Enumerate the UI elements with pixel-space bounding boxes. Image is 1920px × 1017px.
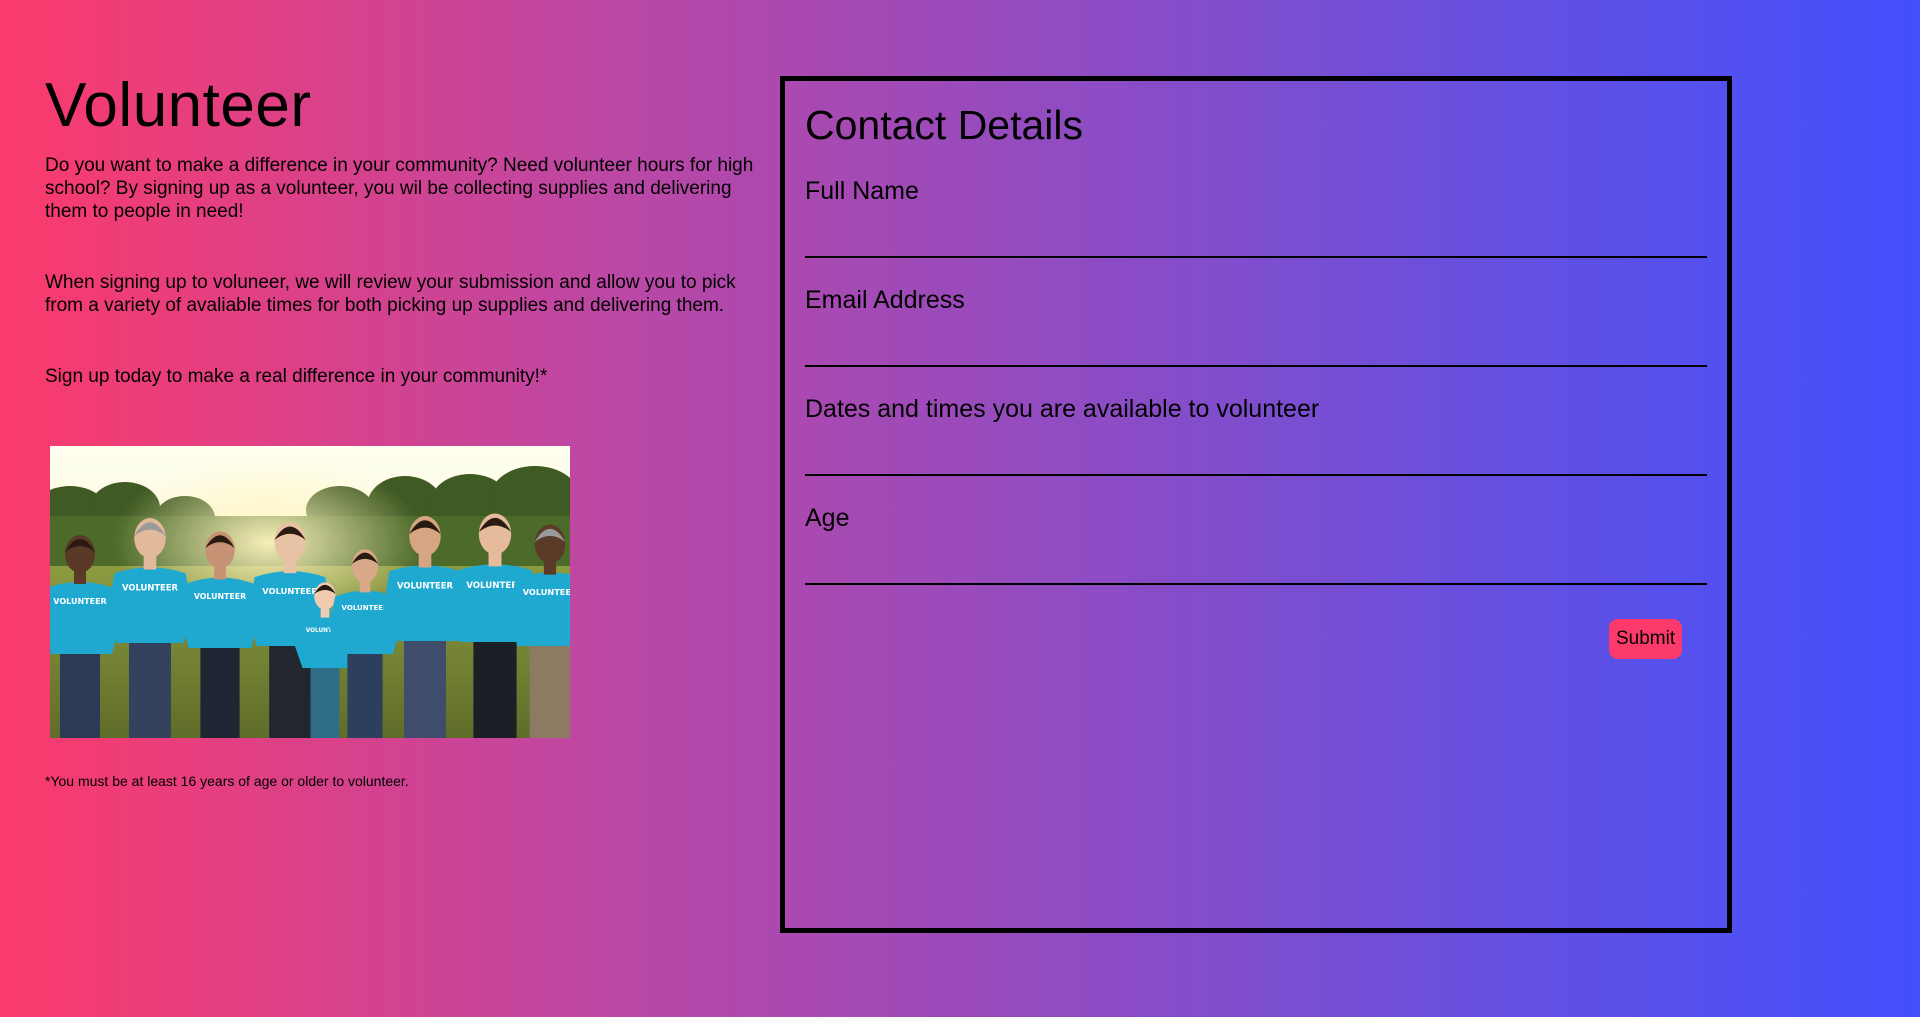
intro-paragraph: Do you want to make a difference in your… xyxy=(45,155,754,222)
availability-input[interactable] xyxy=(805,436,1707,476)
age-field-group: Age xyxy=(805,503,1707,595)
intro-section: Volunteer Do you want to make a differen… xyxy=(45,70,755,789)
age-disclaimer: *You must be at least 16 years of age or… xyxy=(45,773,409,789)
email-field-group: Email Address xyxy=(805,285,1707,377)
shirt-print-text: VOLUNTEER xyxy=(262,586,318,596)
age-input[interactable] xyxy=(805,545,1707,585)
volunteers-photo: VOLUNTEER VOLUNTEER VOLUNTEER VOLUNTEER VOLU… xyxy=(50,446,570,738)
full-name-label: Full Name xyxy=(805,177,919,205)
form-title: Contact Details xyxy=(805,102,1084,148)
contact-form: Contact Details Full Name Email Address … xyxy=(780,76,1732,933)
availability-field-group: Dates and times you are available to vol… xyxy=(805,394,1707,486)
shirt-print-text: VOLUNTEER xyxy=(342,603,390,612)
call-to-action-paragraph: Sign up today to make a real difference … xyxy=(45,366,548,387)
availability-label: Dates and times you are available to vol… xyxy=(805,395,1320,423)
page-title: Volunteer xyxy=(45,71,312,140)
shirt-print-text: VOLUNTEER xyxy=(397,581,453,591)
age-label: Age xyxy=(805,504,850,532)
email-input[interactable] xyxy=(805,327,1707,367)
process-paragraph: When signing up to voluneer, we will rev… xyxy=(45,272,736,316)
submit-button[interactable]: Submit xyxy=(1609,619,1683,659)
shirt-print-text: VOLUNTEER xyxy=(194,592,246,601)
full-name-input[interactable] xyxy=(805,218,1707,258)
email-label: Email Address xyxy=(805,286,965,314)
full-name-field-group: Full Name xyxy=(805,176,1707,268)
shirt-print-text: VOLUNTEER xyxy=(53,597,106,606)
shirt-print-text: VOLUNTEER xyxy=(523,587,570,597)
shirt-print-text: VOLUNTEER xyxy=(122,583,178,593)
